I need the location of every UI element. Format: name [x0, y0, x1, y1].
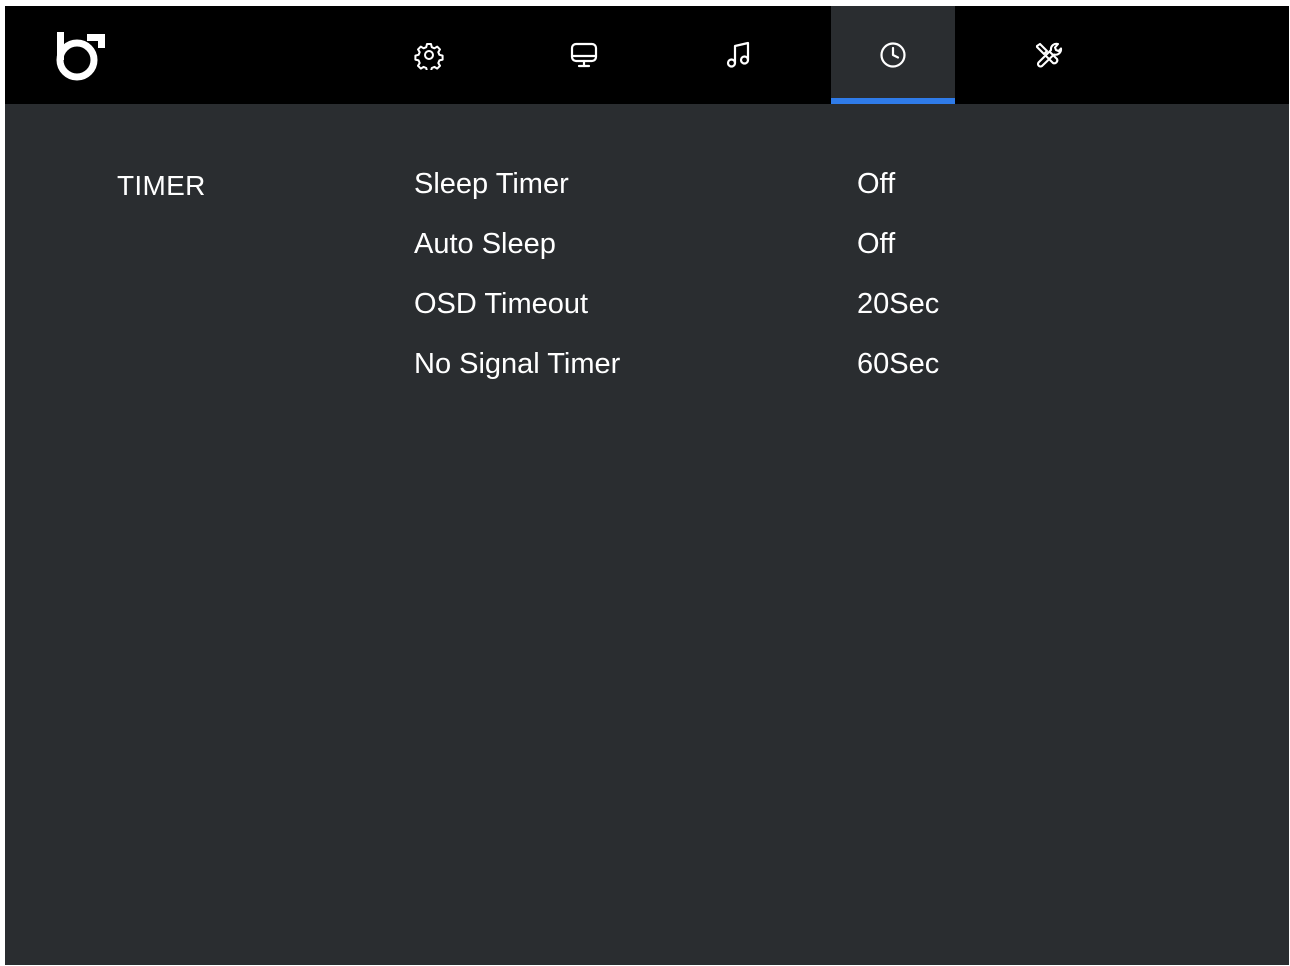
- menu-item-label: OSD Timeout: [414, 288, 589, 320]
- clock-icon: [880, 42, 906, 68]
- menu-item-value: Off: [857, 168, 896, 200]
- menu-item-label: No Signal Timer: [414, 348, 621, 380]
- menu-item-osd-timeout[interactable]: OSD Timeout 20Sec: [414, 288, 1114, 328]
- tab-system[interactable]: [986, 6, 1110, 104]
- tools-icon: [1035, 42, 1063, 68]
- menu-item-auto-sleep[interactable]: Auto Sleep Off: [414, 228, 1114, 268]
- tab-audio[interactable]: [677, 6, 801, 104]
- tab-settings[interactable]: [367, 6, 491, 104]
- active-tab-indicator: [831, 98, 955, 104]
- gear-icon: [414, 43, 444, 70]
- brand-logo-icon: [56, 32, 105, 81]
- tab-display[interactable]: [522, 6, 646, 104]
- menu-item-sleep-timer[interactable]: Sleep Timer Off: [414, 168, 1114, 208]
- menu-item-value: 60Sec: [857, 348, 940, 380]
- menu-item-label: Auto Sleep: [414, 228, 556, 260]
- top-nav-bar: [5, 6, 1289, 104]
- menu-item-label: Sleep Timer: [414, 168, 569, 200]
- monitor-icon: [570, 42, 598, 68]
- music-note-icon: [726, 41, 750, 68]
- menu-item-value: Off: [857, 228, 896, 260]
- menu-item-no-signal-timer[interactable]: No Signal Timer 60Sec: [414, 348, 1114, 388]
- section-title: TIMER: [117, 170, 206, 201]
- osd-menu: TIMER Sleep Timer Off Auto Sleep Off OSD…: [5, 6, 1289, 965]
- tab-timer[interactable]: [831, 6, 955, 104]
- menu-item-value: 20Sec: [857, 288, 940, 320]
